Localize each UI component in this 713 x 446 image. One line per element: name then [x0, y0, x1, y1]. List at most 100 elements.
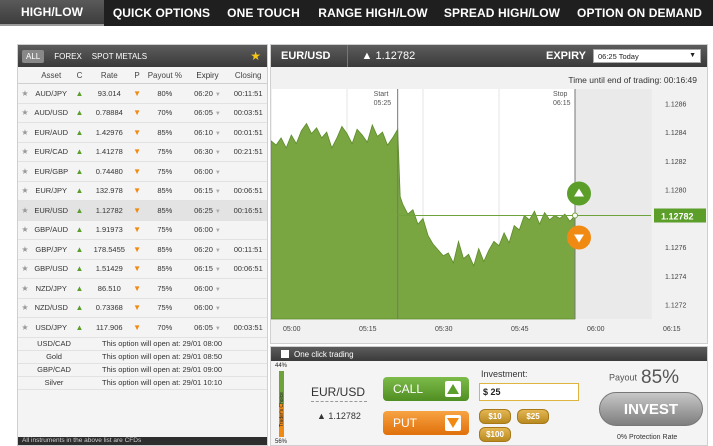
- put-arrow-down-icon: ▼: [133, 264, 142, 274]
- col-closing[interactable]: Closing: [229, 71, 267, 80]
- col-c[interactable]: C: [71, 71, 89, 80]
- favorites-star-icon[interactable]: ★: [250, 49, 261, 63]
- call-button[interactable]: CALL: [383, 377, 469, 401]
- expiry-dropdown[interactable]: 06:20 ▼: [186, 89, 230, 98]
- table-row[interactable]: ★ EUR/GBP ▲ 0.74480 ▼ 75% 06:00 ▼: [18, 162, 267, 182]
- asset-closing: 00:01:51: [233, 127, 263, 137]
- table-row[interactable]: ★ GBP/AUD ▲ 1.91973 ▼ 75% 06:00 ▼: [18, 221, 267, 240]
- chevron-down-icon: ▼: [214, 91, 221, 98]
- chevron-down-icon: ▼: [214, 267, 221, 274]
- expiry-dropdown[interactable]: 06:00 ▼: [186, 303, 230, 312]
- table-row[interactable]: ★ GBP/USD ▲ 1.51429 ▼ 85% 06:15 ▼ 00:06:51: [18, 260, 267, 279]
- col-p[interactable]: P: [130, 71, 144, 80]
- table-row[interactable]: ★ EUR/JPY ▲ 132.978 ▼ 85% 06:15 ▼ 00:06:51: [18, 182, 267, 201]
- tab-spread-high-low[interactable]: SPREAD HIGH/LOW: [438, 0, 566, 26]
- expiry-dropdown[interactable]: 06:00 ▼: [186, 284, 230, 293]
- star-icon[interactable]: ★: [18, 186, 32, 195]
- call-arrow-up-icon: ▲: [75, 88, 84, 98]
- upcoming-text: This option will open at: 29/01 08:50: [102, 352, 223, 361]
- divider: [311, 401, 367, 402]
- col-rate[interactable]: Rate: [88, 71, 130, 80]
- expiry-dropdown[interactable]: 06:05 ▼: [186, 108, 230, 117]
- y-tick-label: 1.1282: [665, 159, 687, 166]
- col-payout[interactable]: Payout %: [144, 71, 186, 80]
- asset-table-header: Asset C Rate P Payout % Expiry Closing: [18, 67, 267, 84]
- star-icon[interactable]: ★: [18, 108, 32, 117]
- arrow-up-icon: [445, 381, 461, 397]
- expiry-dropdown[interactable]: 06:00 ▼: [186, 167, 230, 176]
- filter-forex[interactable]: FOREX: [54, 52, 82, 61]
- y-tick-label: 1.1286: [665, 101, 687, 108]
- star-icon[interactable]: ★: [18, 284, 32, 293]
- star-icon[interactable]: ★: [18, 264, 32, 273]
- star-icon[interactable]: ★: [18, 206, 32, 215]
- expiry-dropdown[interactable]: 06:15 ▼: [186, 186, 230, 195]
- filter-all[interactable]: ALL: [22, 49, 45, 63]
- put-arrow-down-icon: ▼: [133, 322, 142, 332]
- star-icon[interactable]: ★: [18, 147, 32, 156]
- star-icon[interactable]: ★: [18, 128, 32, 137]
- expiry-dropdown[interactable]: 06:25 ▼: [186, 206, 230, 215]
- put-button[interactable]: PUT: [383, 411, 469, 435]
- table-row[interactable]: ★ NZD/USD ▲ 0.73368 ▼ 75% 06:00 ▼: [18, 299, 267, 318]
- expiry-select[interactable]: 06:25 Today ▼: [593, 49, 701, 63]
- call-label: CALL: [393, 382, 424, 396]
- asset-name: AUD/JPY: [35, 88, 68, 98]
- asset-rate: 93.014: [97, 88, 121, 98]
- traders-choice-call-pct: 44%: [275, 363, 288, 369]
- star-icon[interactable]: ★: [18, 167, 32, 176]
- expiry-dropdown[interactable]: 06:10 ▼: [186, 128, 230, 137]
- filter-spot-metals[interactable]: SPOT METALS: [92, 52, 147, 61]
- protection-rate: 0% Protection Rate: [617, 434, 678, 441]
- expiry-dropdown[interactable]: 06:00 ▼: [186, 225, 230, 234]
- upcoming-row: Silver This option will open at: 29/01 10…: [18, 377, 267, 390]
- expiry-dropdown[interactable]: 06:30 ▼: [186, 147, 230, 156]
- tab-high-low[interactable]: HIGH/LOW: [0, 0, 104, 26]
- y-tick-label: 1.1276: [665, 245, 687, 252]
- chip-25[interactable]: $25: [517, 409, 549, 424]
- tab-option-on-demand[interactable]: OPTION ON DEMAND: [566, 0, 713, 26]
- expiry-time: 06:15: [194, 264, 213, 274]
- star-icon[interactable]: ★: [18, 245, 32, 254]
- expiry-dropdown[interactable]: 06:05 ▼: [186, 323, 230, 332]
- table-row[interactable]: ★ EUR/CAD ▲ 1.41278 ▼ 75% 06:30 ▼ 00:21:51: [18, 143, 267, 162]
- put-arrow-down-icon: ▼: [133, 147, 142, 157]
- tab-range-high-low[interactable]: RANGE HIGH/LOW: [308, 0, 438, 26]
- table-row[interactable]: ★ EUR/AUD ▲ 1.42976 ▼ 85% 06:10 ▼ 00:01:51: [18, 123, 267, 143]
- invest-button[interactable]: INVEST: [599, 392, 703, 426]
- one-click-checkbox[interactable]: [281, 350, 289, 358]
- chevron-down-icon: ▼: [214, 247, 221, 254]
- col-expiry[interactable]: Expiry: [186, 71, 230, 80]
- table-row[interactable]: ★ AUD/JPY ▲ 93.014 ▼ 80% 06:20 ▼ 00:11:51: [18, 84, 267, 104]
- chevron-down-icon: ▼: [214, 228, 221, 235]
- table-row[interactable]: ★ NZD/JPY ▲ 86.510 ▼ 75% 06:00 ▼: [18, 279, 267, 299]
- tab-one-touch[interactable]: ONE TOUCH: [219, 0, 308, 26]
- asset-name: GBP/USD: [34, 264, 69, 274]
- chevron-down-icon: ▼: [214, 130, 221, 137]
- upcoming-asset: Gold: [46, 352, 62, 361]
- table-row[interactable]: ★ GBP/JPY ▲ 178.5455 ▼ 85% 06:20 ▼ 00:11:51: [18, 240, 267, 260]
- chip-100[interactable]: $100: [479, 427, 511, 442]
- table-row[interactable]: ★ USD/JPY ▲ 117.906 ▼ 70% 06:05 ▼ 00:03:51: [18, 318, 267, 338]
- tab-quick-options[interactable]: QUICK OPTIONS: [104, 0, 219, 26]
- asset-name: EUR/JPY: [35, 186, 68, 196]
- investment-input[interactable]: $ 25: [479, 383, 579, 401]
- chip-10[interactable]: $10: [479, 409, 511, 424]
- chevron-down-icon: ▼: [214, 208, 221, 215]
- table-row[interactable]: ★ AUD/USD ▲ 0.78884 ▼ 70% 06:05 ▼ 00:03:51: [18, 104, 267, 123]
- asset-filter-bar: ALL FOREX SPOT METALS ★: [18, 45, 267, 67]
- asset-name: AUD/USD: [34, 108, 69, 118]
- star-icon[interactable]: ★: [18, 303, 32, 312]
- star-icon[interactable]: ★: [18, 225, 32, 234]
- star-icon[interactable]: ★: [18, 323, 32, 332]
- expiry-dropdown[interactable]: 06:20 ▼: [186, 245, 230, 254]
- put-arrow-down-icon: ▼: [133, 127, 142, 137]
- chevron-down-icon: ▼: [214, 325, 221, 332]
- table-row[interactable]: ★ EUR/USD ▲ 1.12782 ▼ 85% 06:25 ▼ 00:16:51: [18, 201, 267, 221]
- asset-payout: 85%: [157, 205, 173, 215]
- asset-payout: 85%: [157, 264, 173, 274]
- expiry-dropdown[interactable]: 06:15 ▼: [186, 264, 230, 273]
- col-asset[interactable]: Asset: [32, 71, 71, 80]
- star-icon[interactable]: ★: [18, 89, 32, 98]
- call-arrow-up-icon: ▲: [75, 205, 84, 215]
